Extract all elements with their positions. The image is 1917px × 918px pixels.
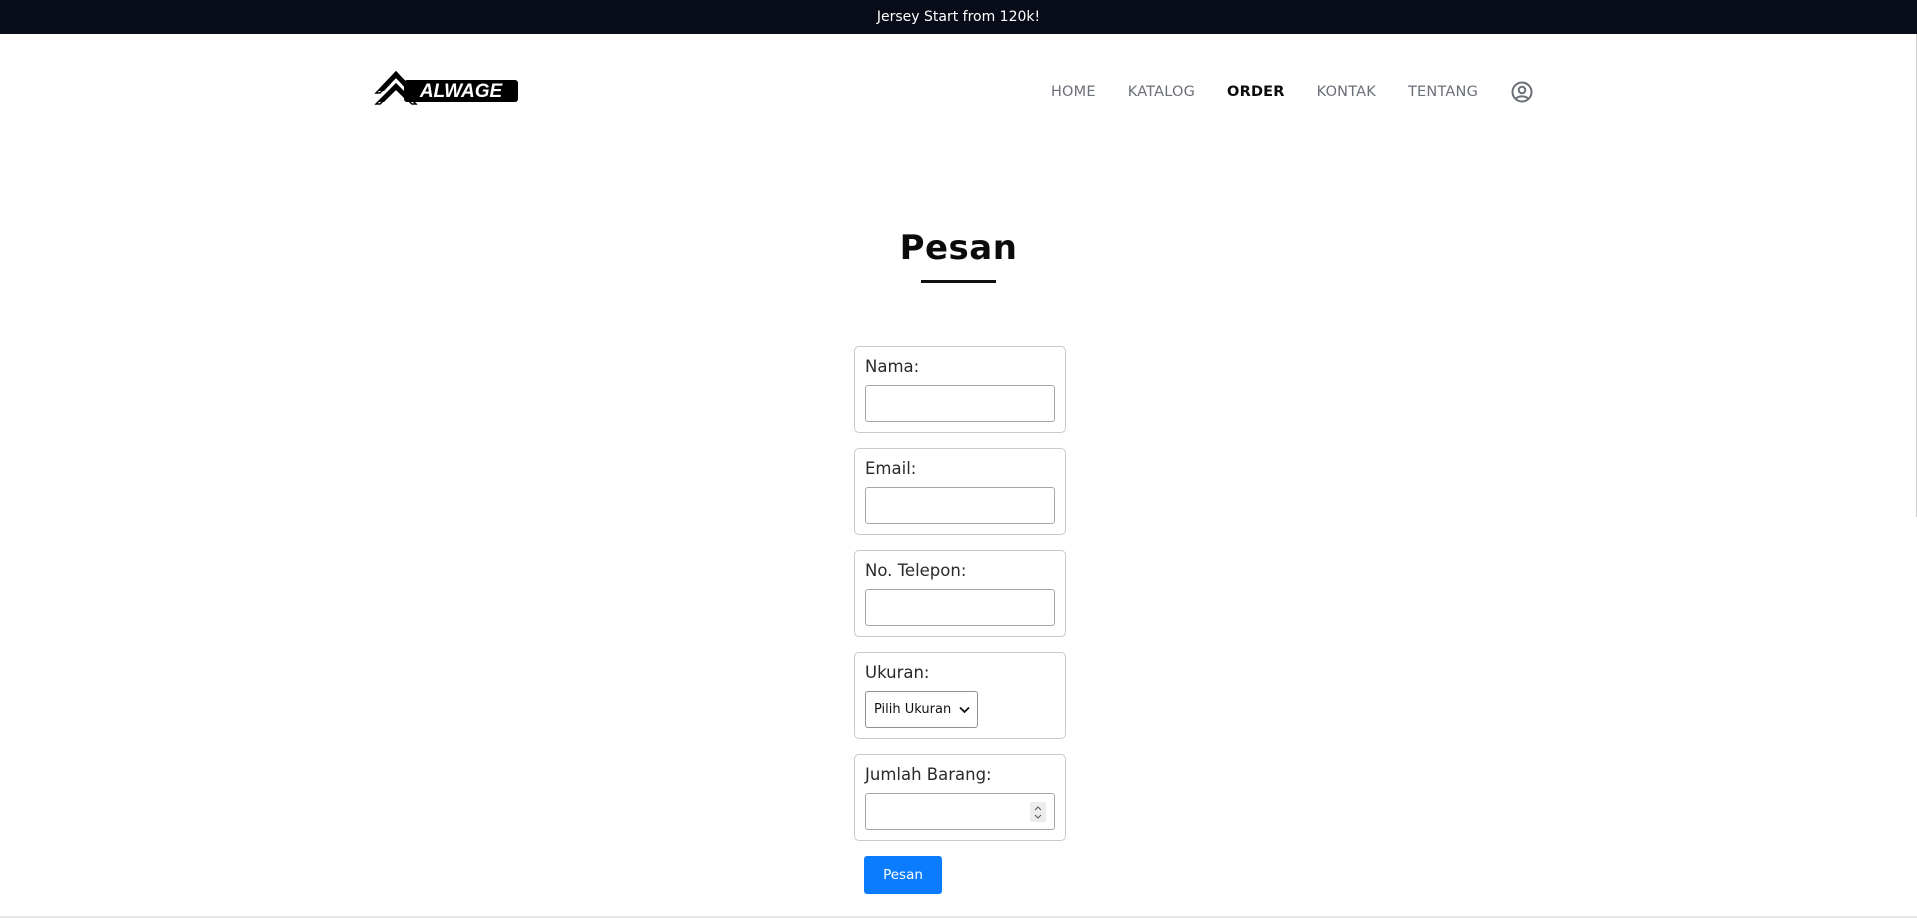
nav-order[interactable]: ORDER bbox=[1227, 84, 1285, 100]
brand-logo[interactable]: ALWAGE bbox=[374, 64, 522, 118]
ukuran-selected-value: Pilih Ukuran bbox=[874, 702, 952, 717]
ukuran-field-box: Ukuran: Pilih Ukuran bbox=[854, 652, 1066, 739]
announcement-bar: Jersey Start from 120k! bbox=[0, 0, 1917, 34]
title-underline bbox=[921, 280, 996, 283]
alwage-logo-icon: ALWAGE bbox=[374, 70, 518, 105]
user-circle-icon[interactable] bbox=[1510, 80, 1534, 104]
email-field-box: Email: bbox=[854, 448, 1066, 535]
ukuran-label: Ukuran: bbox=[865, 663, 930, 682]
nama-label: Nama: bbox=[865, 357, 920, 376]
chevron-down-icon bbox=[959, 706, 970, 713]
order-form: Nama: Email: No. Telepon: Ukuran: Pilih … bbox=[854, 346, 1066, 856]
nama-input[interactable] bbox=[865, 385, 1055, 422]
email-input[interactable] bbox=[865, 487, 1055, 524]
nav-home[interactable]: HOME bbox=[1051, 84, 1096, 100]
page-title-section: Pesan bbox=[0, 228, 1917, 283]
page-title: Pesan bbox=[899, 228, 1018, 268]
telepon-input[interactable] bbox=[865, 589, 1055, 626]
email-label: Email: bbox=[865, 459, 917, 478]
nav-katalog[interactable]: KATALOG bbox=[1128, 84, 1195, 100]
jumlah-number-input[interactable] bbox=[865, 793, 1055, 830]
spinner-up-icon[interactable] bbox=[1034, 805, 1042, 811]
pesan-submit-button[interactable]: Pesan bbox=[864, 856, 942, 894]
telepon-label: No. Telepon: bbox=[865, 561, 967, 580]
announcement-text: Jersey Start from 120k! bbox=[876, 9, 1041, 25]
svg-text:ALWAGE: ALWAGE bbox=[419, 81, 504, 102]
ukuran-select[interactable]: Pilih Ukuran bbox=[865, 691, 978, 728]
nama-field-box: Nama: bbox=[854, 346, 1066, 433]
jumlah-field-box: Jumlah Barang: bbox=[854, 754, 1066, 841]
main-nav: HOME KATALOG ORDER KONTAK TENTANG bbox=[1019, 80, 1534, 104]
nav-tentang[interactable]: TENTANG bbox=[1408, 84, 1478, 100]
site-header: ALWAGE HOME KATALOG ORDER KONTAK TENTANG bbox=[0, 34, 1917, 144]
number-spinner[interactable] bbox=[1030, 802, 1046, 822]
spinner-down-icon[interactable] bbox=[1034, 814, 1042, 819]
jumlah-label: Jumlah Barang: bbox=[865, 765, 992, 784]
nav-kontak[interactable]: KONTAK bbox=[1317, 84, 1376, 100]
telepon-field-box: No. Telepon: bbox=[854, 550, 1066, 637]
